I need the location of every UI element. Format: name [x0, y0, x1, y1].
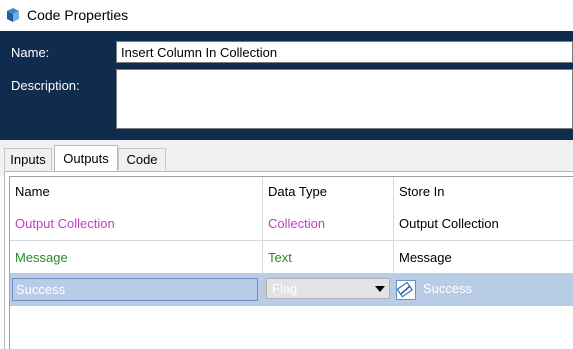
row-store-cell[interactable]: Message — [394, 241, 573, 274]
table-row-selected[interactable]: Flag Success — [10, 273, 573, 306]
row-store-cell[interactable]: Output Collection — [394, 207, 573, 240]
description-input[interactable] — [116, 69, 573, 129]
title-bar: Code Properties — [0, 0, 573, 31]
data-item-picker-button[interactable] — [396, 280, 416, 300]
chevron-down-icon — [375, 286, 385, 292]
table-row[interactable]: Output Collection Collection Output Coll… — [10, 207, 573, 240]
description-label: Description: — [11, 78, 80, 93]
tab-outputs[interactable]: Outputs — [54, 145, 118, 172]
column-header-store-in[interactable]: Store In — [394, 177, 573, 205]
app-icon — [7, 8, 19, 22]
data-item-pencil-icon — [396, 281, 414, 298]
column-header-name[interactable]: Name — [10, 177, 262, 205]
row-type-cell[interactable]: Text — [263, 241, 393, 274]
row-name-cell[interactable]: Message — [10, 241, 262, 274]
tab-code[interactable]: Code — [118, 148, 166, 170]
outputs-grid: Name Data Type Store In Output Collectio… — [9, 176, 573, 349]
data-type-value: Flag — [272, 281, 298, 296]
outputs-panel: Name Data Type Store In Output Collectio… — [4, 171, 573, 349]
column-header-data-type[interactable]: Data Type — [263, 177, 393, 205]
row-type-cell[interactable]: Collection — [263, 207, 393, 240]
window-title: Code Properties — [27, 7, 129, 23]
table-row[interactable]: Message Text Message — [10, 241, 573, 274]
name-input[interactable] — [116, 41, 573, 63]
name-label: Name: — [11, 45, 50, 60]
tab-inputs[interactable]: Inputs — [4, 148, 52, 170]
row-store-value: Success — [423, 281, 473, 296]
row-name-input[interactable] — [12, 278, 258, 301]
data-type-dropdown[interactable]: Flag — [266, 278, 390, 299]
row-name-cell[interactable]: Output Collection — [10, 207, 262, 240]
properties-header: Name: Description: — [0, 31, 573, 140]
